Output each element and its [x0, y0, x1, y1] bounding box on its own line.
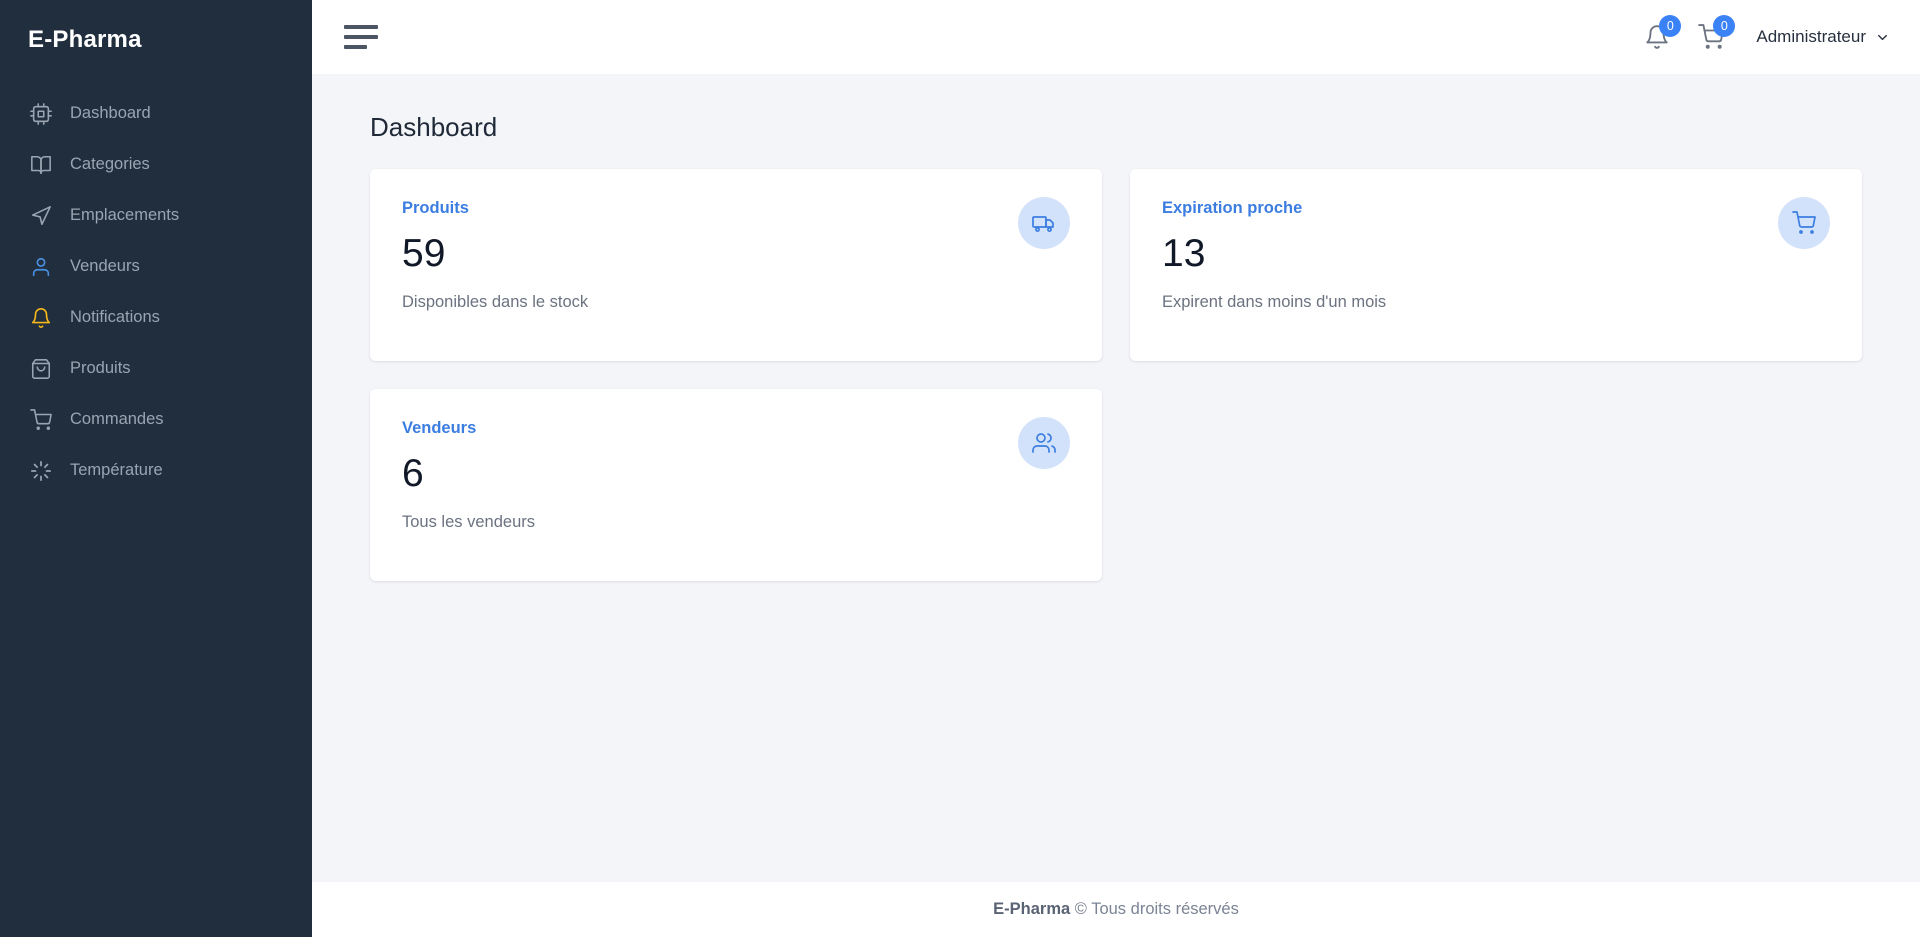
stat-card-expiration[interactable]: Expiration proche 13 Expirent dans moins… [1130, 169, 1862, 361]
hamburger-bar [344, 35, 378, 39]
hamburger-menu-icon[interactable] [344, 24, 378, 50]
stat-card-value: 13 [1162, 234, 1830, 275]
sidebar: E-Pharma Dashboard Cate [0, 0, 312, 937]
book-icon [30, 154, 52, 176]
navigation-icon [30, 205, 52, 227]
sidebar-item-produits[interactable]: Produits [0, 343, 312, 394]
sidebar-item-label: Notifications [70, 308, 160, 327]
sidebar-item-label: Produits [70, 359, 131, 378]
notifications-button[interactable]: 0 [1644, 24, 1670, 50]
stat-card-subtitle: Tous les vendeurs [402, 513, 1070, 532]
sidebar-item-label: Categories [70, 155, 150, 174]
sidebar-item-label: Commandes [70, 410, 164, 429]
hamburger-bar [344, 45, 367, 49]
sidebar-item-emplacements[interactable]: Emplacements [0, 190, 312, 241]
stat-card-value: 59 [402, 234, 1070, 275]
cpu-icon [30, 103, 52, 125]
sidebar-item-categories[interactable]: Categories [0, 139, 312, 190]
stat-card-title: Produits [402, 199, 1070, 218]
sidebar-item-vendeurs[interactable]: Vendeurs [0, 241, 312, 292]
sidebar-item-commandes[interactable]: Commandes [0, 394, 312, 445]
loader-icon [30, 460, 52, 482]
page-title: Dashboard [370, 112, 1920, 143]
users-icon [1018, 417, 1070, 469]
footer-copyright: © Tous droits réservés [1075, 900, 1239, 918]
top-header: 0 0 Administrateur [312, 0, 1920, 74]
shopping-bag-icon [30, 358, 52, 380]
truck-icon [1018, 197, 1070, 249]
footer-text: E-Pharma © Tous droits réservés [993, 900, 1239, 919]
page-footer: E-Pharma © Tous droits réservés [312, 882, 1920, 937]
cart-button[interactable]: 0 [1698, 24, 1724, 50]
header-actions: 0 0 Administrateur [1644, 24, 1890, 50]
sidebar-item-label: Température [70, 461, 163, 480]
stat-card-value: 6 [402, 454, 1070, 495]
user-icon [30, 256, 52, 278]
stat-card-title: Expiration proche [1162, 199, 1830, 218]
shopping-cart-icon [30, 409, 52, 431]
stat-card-vendeurs[interactable]: Vendeurs 6 Tous les vendeurs [370, 389, 1102, 581]
notifications-badge: 0 [1659, 15, 1681, 37]
stat-card-produits[interactable]: Produits 59 Disponibles dans le stock [370, 169, 1102, 361]
user-menu[interactable]: Administrateur [1756, 27, 1890, 47]
sidebar-item-label: Vendeurs [70, 257, 140, 276]
sidebar-item-label: Dashboard [70, 104, 151, 123]
sidebar-item-dashboard[interactable]: Dashboard [0, 88, 312, 139]
chevron-down-icon [1875, 30, 1890, 45]
stat-card-title: Vendeurs [402, 419, 1070, 438]
sidebar-item-label: Emplacements [70, 206, 179, 225]
brand-logo: E-Pharma [0, 18, 312, 62]
stat-card-subtitle: Expirent dans moins d'un mois [1162, 293, 1830, 312]
user-menu-label: Administrateur [1756, 27, 1866, 47]
cart-badge: 0 [1713, 15, 1735, 37]
sidebar-nav: Dashboard Categories Emplacements [0, 88, 312, 496]
sidebar-item-temperature[interactable]: Température [0, 445, 312, 496]
stat-card-grid: Produits 59 Disponibles dans le stock Ex… [370, 169, 1874, 581]
footer-brand: E-Pharma [993, 900, 1070, 918]
shopping-cart-icon [1778, 197, 1830, 249]
stat-card-subtitle: Disponibles dans le stock [402, 293, 1070, 312]
content-area: Dashboard Produits 59 Disponibles dans l… [312, 74, 1920, 882]
sidebar-item-notifications[interactable]: Notifications [0, 292, 312, 343]
bell-icon [30, 307, 52, 329]
app-root: E-Pharma Dashboard Cate [0, 0, 1920, 937]
hamburger-bar [344, 25, 378, 29]
main-column: 0 0 Administrateur Dashbo [312, 0, 1920, 937]
